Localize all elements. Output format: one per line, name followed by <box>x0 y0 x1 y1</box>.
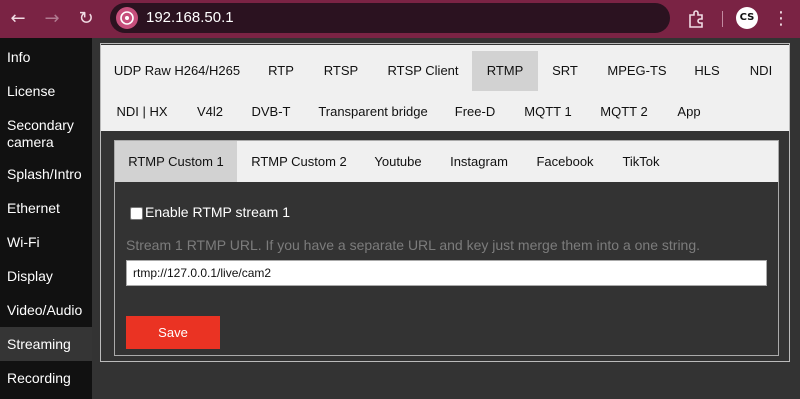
sidebar-item-license[interactable]: License <box>0 83 92 100</box>
rtmp-tabs: RTMP Custom 1 RTMP Custom 2 Youtube Inst… <box>115 141 778 182</box>
tab-free-d[interactable]: Free-D <box>449 92 501 132</box>
enable-rtmp-checkbox[interactable] <box>130 207 143 220</box>
tab-app[interactable]: App <box>671 92 707 132</box>
tab-v4l2[interactable]: V4l2 <box>189 92 231 132</box>
tab-ndi[interactable]: NDI <box>743 51 779 91</box>
rtmp-url-hint: Stream 1 RTMP URL. If you have a separat… <box>126 237 701 253</box>
toolbar-divider <box>722 11 723 27</box>
tab-transparent-bridge[interactable]: Transparent bridge <box>311 92 435 132</box>
profile-avatar[interactable]: CS <box>736 7 758 29</box>
enable-rtmp-label[interactable]: Enable RTMP stream 1 <box>145 204 290 220</box>
sidebar-item-info[interactable]: Info <box>0 49 92 66</box>
tab-tiktok[interactable]: TikTok <box>615 141 667 182</box>
sidebar-item-recording[interactable]: Recording <box>0 370 92 387</box>
tab-instagram[interactable]: Instagram <box>443 141 515 182</box>
address-bar[interactable]: 192.168.50.1 <box>110 3 670 33</box>
address-url[interactable]: 192.168.50.1 <box>146 9 234 26</box>
sidebar-item-ethernet[interactable]: Ethernet <box>0 200 92 217</box>
tab-dvb-t[interactable]: DVB-T <box>245 92 297 132</box>
tab-mqtt-2[interactable]: MQTT 2 <box>593 92 655 132</box>
tab-hls[interactable]: HLS <box>689 51 725 91</box>
forward-arrow-icon[interactable]: → <box>42 9 62 29</box>
reload-icon[interactable]: ↻ <box>76 9 96 29</box>
sidebar: Info License Secondary camera Splash/Int… <box>0 38 92 399</box>
sidebar-item-wifi[interactable]: Wi-Fi <box>0 234 92 251</box>
tab-srt[interactable]: SRT <box>545 51 585 91</box>
rtmp-url-input[interactable]: rtmp://127.0.0.1/live/cam2 <box>126 260 767 286</box>
tab-mpeg-ts[interactable]: MPEG-TS <box>601 51 673 91</box>
site-info-icon[interactable] <box>116 7 138 29</box>
tab-rtsp-client[interactable]: RTSP Client <box>381 51 465 91</box>
sidebar-item-secondary-camera[interactable]: Secondary camera <box>0 117 80 151</box>
browser-toolbar: ← → ↻ 192.168.50.1 CS ⋮ <box>0 0 800 38</box>
sidebar-item-display[interactable]: Display <box>0 268 92 285</box>
tab-mqtt-1[interactable]: MQTT 1 <box>517 92 579 132</box>
menu-kebab-icon[interactable]: ⋮ <box>772 9 790 29</box>
tab-ndi-hx[interactable]: NDI | HX <box>109 92 175 132</box>
tab-rtmp[interactable]: RTMP <box>472 51 538 91</box>
tab-rtp[interactable]: RTP <box>261 51 301 91</box>
extensions-icon[interactable] <box>686 9 706 29</box>
sidebar-item-streaming[interactable]: Streaming <box>0 327 92 361</box>
save-button[interactable]: Save <box>126 316 220 349</box>
sidebar-item-video-audio[interactable]: Video/Audio <box>0 302 92 319</box>
sidebar-item-splash-intro[interactable]: Splash/Intro <box>0 166 92 183</box>
back-arrow-icon[interactable]: ← <box>8 9 28 29</box>
tab-udp-raw[interactable]: UDP Raw H264/H265 <box>109 51 245 91</box>
tab-youtube[interactable]: Youtube <box>367 141 429 182</box>
tab-rtsp[interactable]: RTSP <box>317 51 365 91</box>
tab-rtmp-custom-1[interactable]: RTMP Custom 1 <box>115 141 237 182</box>
tab-rtmp-custom-2[interactable]: RTMP Custom 2 <box>245 141 353 182</box>
tab-facebook[interactable]: Facebook <box>529 141 601 182</box>
protocol-tabs: UDP Raw H264/H265 RTP RTSP RTSP Client R… <box>101 45 789 131</box>
